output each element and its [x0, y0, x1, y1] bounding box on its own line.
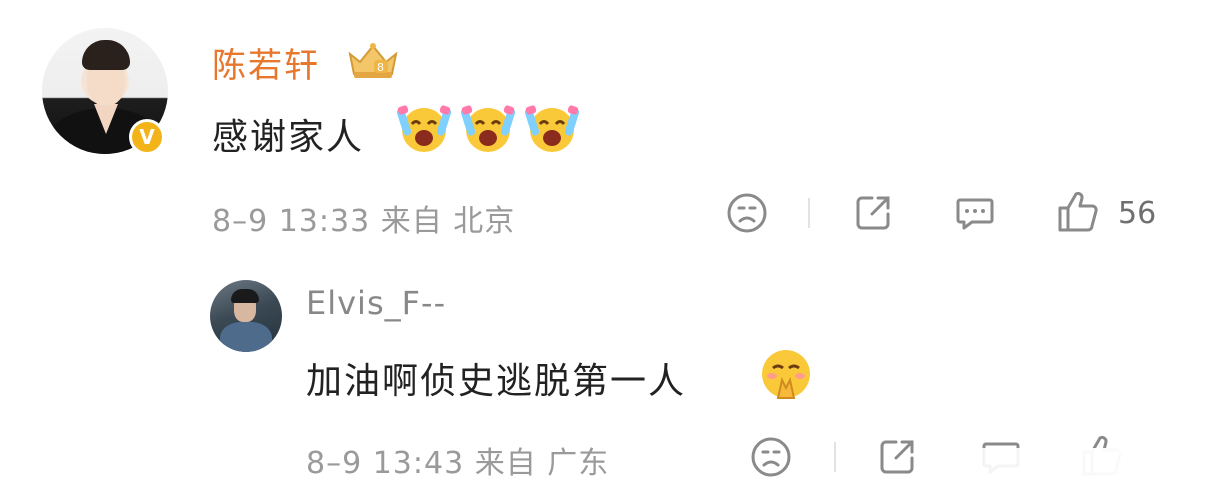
- share-icon[interactable]: [876, 436, 918, 478]
- divider: [834, 442, 836, 472]
- like-count: 56: [1118, 196, 1157, 231]
- sad-face-icon[interactable]: [726, 192, 768, 234]
- reply-username[interactable]: Elvis_F--: [306, 284, 446, 322]
- watermark-overlay: [930, 448, 1200, 488]
- thumbs-up-icon[interactable]: [1056, 190, 1100, 234]
- comment-thread: V 陈若轩 8 感谢家人 8–9 13:33 来自 北京 56 Elvis_F-…: [0, 0, 1206, 494]
- comment-text: 感谢家人: [212, 117, 365, 158]
- sad-face-icon[interactable]: [750, 436, 792, 478]
- laugh-cry-emoji: [460, 105, 516, 152]
- avatar-hair: [82, 40, 130, 70]
- verified-icon: V: [129, 119, 165, 155]
- laugh-cry-emoji: [396, 105, 452, 152]
- pleading-emoji: [762, 350, 810, 399]
- comment-icon[interactable]: [954, 192, 996, 234]
- laugh-cry-emoji: [524, 105, 580, 152]
- username[interactable]: 陈若轩: [212, 38, 320, 87]
- svg-text:8: 8: [377, 61, 384, 74]
- avatar-hair: [231, 289, 259, 303]
- divider: [808, 198, 810, 228]
- vip-crown-icon: 8: [348, 43, 398, 78]
- reply-meta: 8–9 13:43 来自 广东: [306, 446, 610, 481]
- avatar-body: [220, 322, 272, 352]
- reply-text: 加油啊侦史逃脱第一人: [306, 361, 687, 402]
- share-icon[interactable]: [852, 192, 894, 234]
- reply-avatar[interactable]: [210, 280, 282, 352]
- comment-meta: 8–9 13:33 来自 北京: [212, 204, 516, 239]
